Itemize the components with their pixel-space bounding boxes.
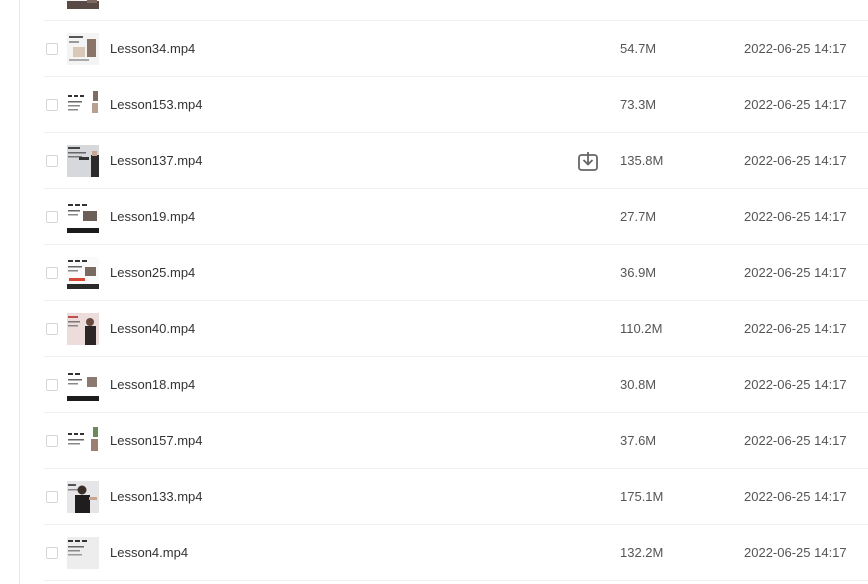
file-name[interactable]: Lesson157.mp4 xyxy=(110,433,203,449)
video-thumbnail xyxy=(67,537,99,569)
file-size: 135.8M xyxy=(620,153,664,168)
file-checkbox[interactable] xyxy=(46,99,58,111)
video-thumbnail xyxy=(67,313,99,345)
file-date: 2022-06-25 14:17 xyxy=(744,209,847,224)
video-thumbnail xyxy=(67,0,99,9)
file-checkbox[interactable] xyxy=(46,43,58,55)
file-name[interactable]: Lesson25.mp4 xyxy=(110,265,195,281)
video-thumbnail xyxy=(67,33,99,65)
file-size: 37.6M xyxy=(620,433,657,448)
file-row[interactable]: Lesson157.mp4 37.6M 2022-06-25 14:17 xyxy=(44,413,868,469)
file-row[interactable]: Lesson34.mp4 54.7M 2022-06-25 14:17 xyxy=(44,21,868,77)
file-row[interactable]: Lesson18.mp4 30.8M 2022-06-25 14:17 xyxy=(44,357,868,413)
file-date: 2022-06-25 14:17 xyxy=(744,41,847,56)
file-checkbox[interactable] xyxy=(46,155,58,167)
file-size: 27.7M xyxy=(620,209,657,224)
file-size: 73.3M xyxy=(620,97,657,112)
file-date: 2022-06-25 14:17 xyxy=(744,433,847,448)
file-checkbox[interactable] xyxy=(46,211,58,223)
file-date: 2022-06-25 14:17 xyxy=(744,97,847,112)
file-name[interactable]: Lesson133.mp4 xyxy=(110,489,203,505)
file-date: 2022-06-25 14:17 xyxy=(744,489,847,504)
file-checkbox[interactable] xyxy=(46,547,58,559)
video-thumbnail xyxy=(67,145,99,177)
file-size: 132.2M xyxy=(620,545,664,560)
file-row[interactable]: Lesson4.mp4 132.2M 2022-06-25 14:17 xyxy=(44,525,868,581)
file-row[interactable]: Lesson137.mp4 135.8M 2022-06-25 14:17 xyxy=(44,133,868,189)
file-size: 30.8M xyxy=(620,377,657,392)
file-checkbox[interactable] xyxy=(46,435,58,447)
file-list: Lesson34.mp4 54.7M 2022-06-25 14:17 Less… xyxy=(44,0,868,584)
video-thumbnail xyxy=(67,201,99,233)
file-date: 2022-06-25 14:17 xyxy=(744,545,847,560)
video-thumbnail xyxy=(67,425,99,457)
file-row[interactable]: Lesson19.mp4 27.7M 2022-06-25 14:17 xyxy=(44,189,868,245)
video-thumbnail xyxy=(67,481,99,513)
file-name[interactable]: Lesson137.mp4 xyxy=(110,153,203,169)
file-size: 36.9M xyxy=(620,265,657,280)
file-name[interactable]: Lesson4.mp4 xyxy=(110,545,188,561)
file-size: 54.7M xyxy=(620,41,657,56)
download-icon[interactable] xyxy=(577,151,599,173)
file-name[interactable]: Lesson34.mp4 xyxy=(110,41,195,57)
file-checkbox[interactable] xyxy=(46,323,58,335)
file-name[interactable]: Lesson19.mp4 xyxy=(110,209,195,225)
file-size: 110.2M xyxy=(620,321,663,336)
file-checkbox[interactable] xyxy=(46,379,58,391)
file-name[interactable]: Lesson18.mp4 xyxy=(110,377,195,393)
file-row[interactable]: Lesson40.mp4 110.2M 2022-06-25 14:17 xyxy=(44,301,868,357)
file-name[interactable]: Lesson40.mp4 xyxy=(110,321,195,337)
file-row[interactable]: Lesson25.mp4 36.9M 2022-06-25 14:17 xyxy=(44,245,868,301)
file-size: 175.1M xyxy=(620,489,664,504)
panel-left-border xyxy=(19,0,20,584)
file-row[interactable]: Lesson133.mp4 175.1M 2022-06-25 14:17 xyxy=(44,469,868,525)
file-date: 2022-06-25 14:17 xyxy=(744,321,847,336)
video-thumbnail xyxy=(67,257,99,289)
file-date: 2022-06-25 14:17 xyxy=(744,265,847,280)
video-thumbnail xyxy=(67,369,99,401)
file-date: 2022-06-25 14:17 xyxy=(744,377,847,392)
video-thumbnail xyxy=(67,89,99,121)
file-row[interactable] xyxy=(44,0,868,21)
file-checkbox[interactable] xyxy=(46,491,58,503)
file-checkbox[interactable] xyxy=(46,267,58,279)
file-date: 2022-06-25 14:17 xyxy=(744,153,847,168)
file-row[interactable]: Lesson153.mp4 73.3M 2022-06-25 14:17 xyxy=(44,77,868,133)
file-name[interactable]: Lesson153.mp4 xyxy=(110,97,203,113)
